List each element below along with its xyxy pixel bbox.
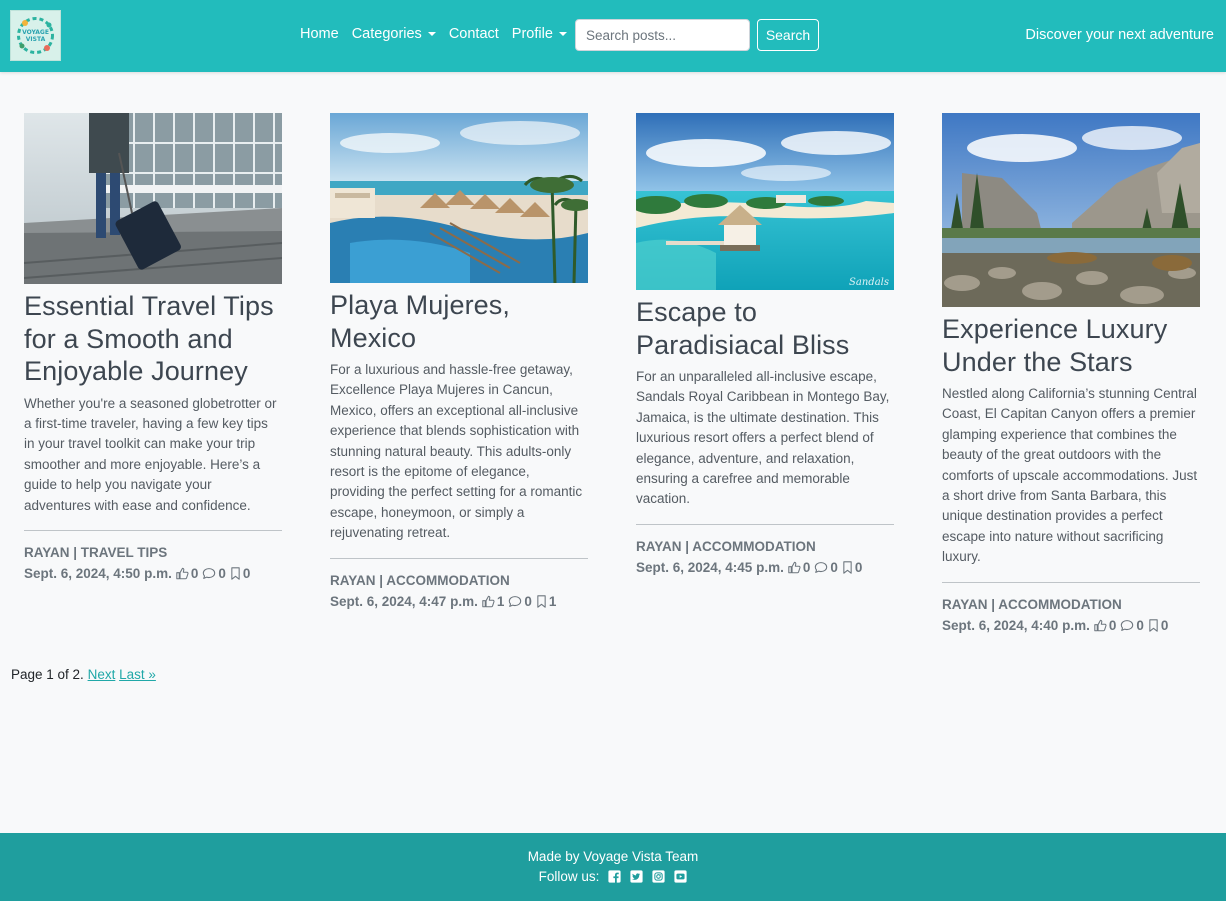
like-stat[interactable]: 0 <box>1094 617 1117 633</box>
site-logo[interactable]: VOYAGE VISTA <box>10 10 61 61</box>
thumbs-up-icon <box>788 561 801 574</box>
comment-icon <box>203 568 216 579</box>
post-image[interactable] <box>942 113 1200 307</box>
pagination: Page 1 of 2. Next Last » <box>11 667 156 682</box>
last-page-link[interactable]: Last » <box>119 667 156 682</box>
post-meta-row: Sept. 6, 2024, 4:40 p.m. 0 0 0 <box>942 618 1200 633</box>
like-count: 1 <box>496 593 505 609</box>
divider <box>636 523 894 525</box>
nav-home[interactable]: Home <box>300 26 339 42</box>
bookmark-icon <box>537 594 546 608</box>
bookmark-count: 1 <box>548 593 557 609</box>
post-title[interactable]: Experience Luxury Under the Stars <box>942 313 1200 378</box>
search-input[interactable] <box>575 19 750 51</box>
nav-contact-label: Contact <box>448 26 499 42</box>
post-date: Sept. 6, 2024, 4:40 p.m. <box>942 617 1090 633</box>
like-stat[interactable]: 0 <box>788 559 811 575</box>
thumbs-up-icon <box>176 567 189 580</box>
footer: Made by Voyage Vista Team Follow us: <box>0 833 1226 901</box>
nav-profile-label: Profile <box>511 26 553 42</box>
comment-icon <box>1121 619 1134 631</box>
bookmark-stat[interactable]: 1 <box>536 593 557 609</box>
svg-text:VISTA: VISTA <box>26 36 46 43</box>
post-image[interactable]: Sandals <box>636 113 894 290</box>
bookmark-icon <box>231 567 240 580</box>
post-title[interactable]: Escape to Paradisiacal Bliss <box>636 296 894 361</box>
youtube-icon[interactable] <box>674 870 687 883</box>
post-meta-row: Sept. 6, 2024, 4:45 p.m. 0 0 0 <box>636 560 894 575</box>
comment-stat[interactable]: 0 <box>814 560 838 575</box>
comment-icon <box>509 595 522 607</box>
caret-down-icon <box>558 32 567 36</box>
like-count: 0 <box>1108 617 1117 633</box>
instagram-icon[interactable] <box>652 870 665 883</box>
bookmark-stat[interactable]: 0 <box>842 559 863 575</box>
comment-icon <box>815 561 828 573</box>
next-page-link[interactable]: Next <box>88 667 116 682</box>
post-card[interactable]: Experience Luxury Under the Stars Nestle… <box>942 113 1200 633</box>
bookmark-icon <box>843 561 852 574</box>
post-date: Sept. 6, 2024, 4:45 p.m. <box>636 559 784 575</box>
thumbs-up-icon <box>482 595 495 607</box>
post-author-category: RAYAN | ACCOMMODATION <box>636 538 816 554</box>
search-button[interactable]: Search <box>757 19 819 51</box>
bookmark-count: 0 <box>854 559 863 575</box>
nav-categories-dropdown[interactable]: Categories <box>352 26 436 42</box>
post-author-category: RAYAN | TRAVEL TIPS <box>24 544 168 560</box>
bookmark-icon <box>1149 618 1158 632</box>
main-nav: Home Categories Contact Profile <box>300 26 580 42</box>
divider <box>942 581 1200 583</box>
follow-label: Follow us: <box>538 869 600 884</box>
like-stat[interactable]: 0 <box>176 565 199 581</box>
twitter-icon[interactable] <box>630 870 643 883</box>
like-count: 0 <box>190 565 199 581</box>
post-excerpt: Whether you're a seasoned globetrotter o… <box>24 395 277 513</box>
post-date: Sept. 6, 2024, 4:50 p.m. <box>24 565 172 581</box>
post-title[interactable]: Playa Mujeres, Mexico <box>330 289 588 354</box>
footer-social: Follow us: <box>0 869 1226 884</box>
bookmark-count: 0 <box>1160 617 1169 633</box>
post-excerpt: For a luxurious and hassle-free getaway,… <box>330 362 583 541</box>
like-count: 0 <box>802 559 811 575</box>
divider <box>24 529 282 531</box>
page-indicator: Page 1 of 2. <box>11 667 84 682</box>
footer-credit: Made by Voyage Vista Team <box>527 849 699 864</box>
bookmark-stat[interactable]: 0 <box>1148 617 1169 633</box>
bookmark-stat[interactable]: 0 <box>230 565 251 581</box>
caret-down-icon <box>427 32 436 36</box>
post-excerpt: Nestled along California’s stunning Cent… <box>942 386 1198 565</box>
thumbs-up-icon <box>1094 619 1107 631</box>
image-watermark: Sandals <box>849 277 889 288</box>
nav-contact[interactable]: Contact <box>449 26 499 42</box>
post-image[interactable] <box>330 113 588 283</box>
comment-stat[interactable]: 0 <box>202 566 226 581</box>
tagline: Discover your next adventure <box>1025 27 1214 43</box>
post-meta-row: Sept. 6, 2024, 4:50 p.m. 0 0 0 <box>24 566 282 581</box>
nav-categories-label: Categories <box>351 26 422 42</box>
comment-stat[interactable]: 0 <box>1120 618 1144 633</box>
post-card[interactable]: Playa Mujeres, Mexico For a luxurious an… <box>330 113 588 609</box>
post-meta-row: Sept. 6, 2024, 4:47 p.m. 1 0 1 <box>330 594 588 609</box>
post-author-category: RAYAN | ACCOMMODATION <box>942 596 1122 612</box>
post-card[interactable]: Sandals Escape to Paradisiacal Bliss For… <box>636 113 894 575</box>
nav-profile-dropdown[interactable]: Profile <box>512 26 567 42</box>
comment-count: 0 <box>830 559 838 575</box>
post-image[interactable] <box>24 113 282 284</box>
post-card[interactable]: Essential Travel Tips for a Smooth and E… <box>24 113 282 581</box>
nav-home-label: Home <box>300 26 339 42</box>
comment-stat[interactable]: 0 <box>508 594 532 609</box>
navbar: VOYAGE VISTA Home Categories Contact Pro… <box>0 0 1226 72</box>
bookmark-count: 0 <box>242 565 251 581</box>
comment-count: 0 <box>1136 617 1144 633</box>
post-title[interactable]: Essential Travel Tips for a Smooth and E… <box>24 290 282 388</box>
post-excerpt: For an unparalleled all-inclusive escape… <box>636 369 890 507</box>
facebook-icon[interactable] <box>608 870 621 883</box>
post-author-category: RAYAN | ACCOMMODATION <box>330 572 510 588</box>
comment-count: 0 <box>524 593 532 609</box>
post-date: Sept. 6, 2024, 4:47 p.m. <box>330 593 478 609</box>
like-stat[interactable]: 1 <box>482 593 505 609</box>
svg-text:VOYAGE: VOYAGE <box>22 29 49 36</box>
comment-count: 0 <box>218 565 226 581</box>
divider <box>330 557 588 559</box>
